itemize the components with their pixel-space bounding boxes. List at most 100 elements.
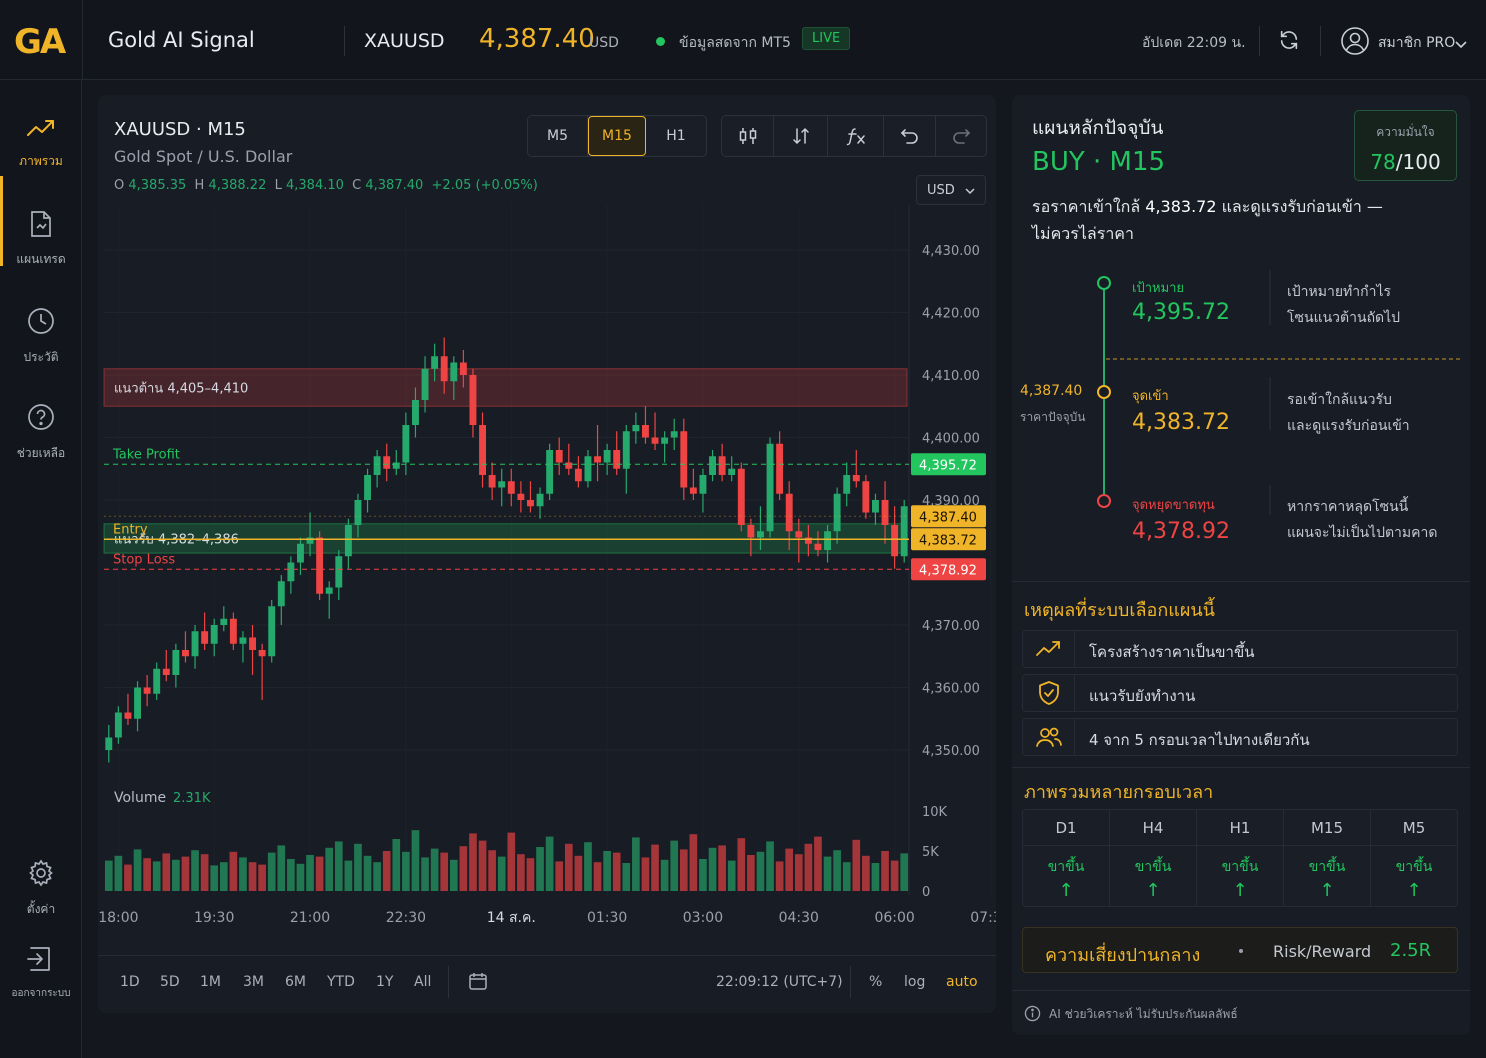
indicator-icon[interactable] xyxy=(828,116,884,156)
candle-body xyxy=(431,356,439,369)
candle-body xyxy=(306,537,314,544)
timeframe-group: M5 M15 H1 xyxy=(527,115,707,157)
calendar-icon[interactable] xyxy=(468,971,488,991)
candle-body xyxy=(699,475,707,494)
candle-body xyxy=(795,531,803,538)
candle-body xyxy=(229,618,237,644)
divider xyxy=(1320,26,1321,56)
ohlc-label: H xyxy=(194,178,205,193)
compare-icon[interactable] xyxy=(774,116,828,156)
desc-prefix: รอราคาเข้าใกล้ xyxy=(1032,197,1141,216)
y-tick-label: 4,360.00 xyxy=(922,682,980,697)
price-chart[interactable]: 4,430.004,420.004,410.004,400.004,390.00… xyxy=(98,95,996,955)
range-1d[interactable]: 1D xyxy=(120,974,140,990)
volume-bar xyxy=(689,834,698,891)
y-tick-label: 4,430.00 xyxy=(922,244,980,259)
mtf-trend: ขาขึ้น xyxy=(1308,859,1346,875)
ohlc-close: 4,387.40 xyxy=(365,178,424,193)
refresh-icon[interactable] xyxy=(1278,29,1300,55)
target-note: เป้าหมายทำกำไร โซนแนวต้านถัดไป xyxy=(1287,279,1400,331)
volume-bar xyxy=(794,854,803,891)
candle-body xyxy=(143,687,151,694)
scale-auto[interactable]: auto xyxy=(946,974,978,990)
range-ytd[interactable]: YTD xyxy=(327,974,355,990)
risk-reward-value: 2.5R xyxy=(1390,940,1432,961)
tf-button-m15[interactable]: M15 xyxy=(588,116,646,156)
member-menu[interactable]: สมาชิก PRO xyxy=(1378,32,1455,54)
arrow-up-icon: ↑ xyxy=(1406,880,1422,901)
y-tick-label: 4,420.00 xyxy=(922,307,980,322)
candles-icon[interactable] xyxy=(722,116,774,156)
volume-bar xyxy=(670,840,679,891)
range-all[interactable]: All xyxy=(414,974,431,990)
scale-percent[interactable]: % xyxy=(869,974,882,990)
scale-log[interactable]: log xyxy=(904,974,925,990)
volume-bar xyxy=(162,853,171,891)
sidebar-item-label: ตั้งค่า xyxy=(26,902,56,916)
price-unit: USD xyxy=(589,35,619,51)
confidence-score: 78 xyxy=(1370,150,1396,174)
sidebar-item-settings[interactable]: ตั้งค่า xyxy=(0,858,82,919)
chevron-down-icon[interactable] xyxy=(1455,35,1467,54)
range-1m[interactable]: 1M xyxy=(200,974,221,990)
candle-body xyxy=(287,562,295,582)
volume-tick-label: 5K xyxy=(922,845,939,860)
ohlc-label: C xyxy=(352,178,362,193)
undo-icon[interactable] xyxy=(884,116,936,156)
candle-body xyxy=(354,500,362,525)
volume-bar xyxy=(622,863,631,891)
mtf-trend: ขาขึ้น xyxy=(1134,859,1172,875)
sidebar-item-overview[interactable]: ภาพรวม xyxy=(0,116,82,171)
candle-body xyxy=(527,500,534,507)
mtf-col-h1: H1 ขาขึ้น ↑ xyxy=(1197,810,1284,906)
trend-up-icon xyxy=(1035,641,1060,656)
confidence-max: /100 xyxy=(1395,150,1441,174)
sidebar-item-trade-plan[interactable]: แผนเทรด xyxy=(0,210,82,269)
candle-body xyxy=(603,450,611,463)
candle-body xyxy=(507,481,515,494)
candle-body xyxy=(814,543,822,550)
tf-button-h1[interactable]: H1 xyxy=(646,116,706,156)
x-tick-label: 14 ส.ค. xyxy=(487,910,536,926)
arrow-up-icon: ↑ xyxy=(1319,880,1335,901)
redo-icon[interactable] xyxy=(936,116,986,156)
stoploss-value: 4,378.92 xyxy=(1132,519,1230,544)
candle-body xyxy=(325,587,333,594)
candle-body xyxy=(258,650,266,657)
range-5d[interactable]: 5D xyxy=(160,974,180,990)
note-line: แผนจะไม่เป็นไปตามคาด xyxy=(1287,525,1438,541)
currency-select[interactable]: USD xyxy=(916,175,986,205)
plan-description: รอราคาเข้าใกล้ 4,383.72 และดูแรงรับก่อนเ… xyxy=(1032,195,1383,220)
sidebar-item-logout[interactable]: ออกจากระบบ xyxy=(0,944,82,1001)
candle-body xyxy=(297,543,304,563)
candle-body xyxy=(872,500,879,513)
sidebar-item-history[interactable]: ประวัติ xyxy=(0,306,82,367)
risk-box: ความเสี่ยงปานกลาง Risk/Reward 2.5R xyxy=(1022,927,1458,973)
volume-bar xyxy=(344,860,353,891)
sidebar-item-help[interactable]: ช่วยเหลือ xyxy=(0,402,82,463)
user-icon[interactable] xyxy=(1340,26,1370,60)
chevron-down-icon xyxy=(965,188,975,195)
volume-bar xyxy=(756,851,765,891)
range-3m[interactable]: 3M xyxy=(243,974,264,990)
candle-body xyxy=(785,493,793,532)
candle-body xyxy=(191,631,199,657)
app-logo[interactable]: GA xyxy=(14,22,66,62)
y-tick-label: 4,350.00 xyxy=(922,744,980,759)
tf-button-m5[interactable]: M5 xyxy=(528,116,588,156)
plan-heading: แผนหลักปัจจุบัน xyxy=(1032,117,1164,139)
candle-body xyxy=(804,537,812,544)
volume-bar xyxy=(651,844,659,891)
volume-bar xyxy=(584,842,592,891)
range-6m[interactable]: 6M xyxy=(285,974,306,990)
volume-bar xyxy=(478,840,487,891)
stoploss-note: หากราคาหลุดโซนนี้ แผนจะไม่เป็นไปตามคาด xyxy=(1287,494,1437,546)
stop-node xyxy=(1097,494,1111,508)
candle-body xyxy=(852,475,860,482)
target-node xyxy=(1097,276,1111,290)
range-1y[interactable]: 1Y xyxy=(376,974,393,990)
candle-body xyxy=(642,425,649,438)
ohlc-readout: O 4,385.35 H 4,388.22 L 4,384.10 C 4,387… xyxy=(114,178,538,193)
last-updated: อัปเดต 22:09 น. xyxy=(1142,35,1246,51)
divider xyxy=(850,966,851,998)
